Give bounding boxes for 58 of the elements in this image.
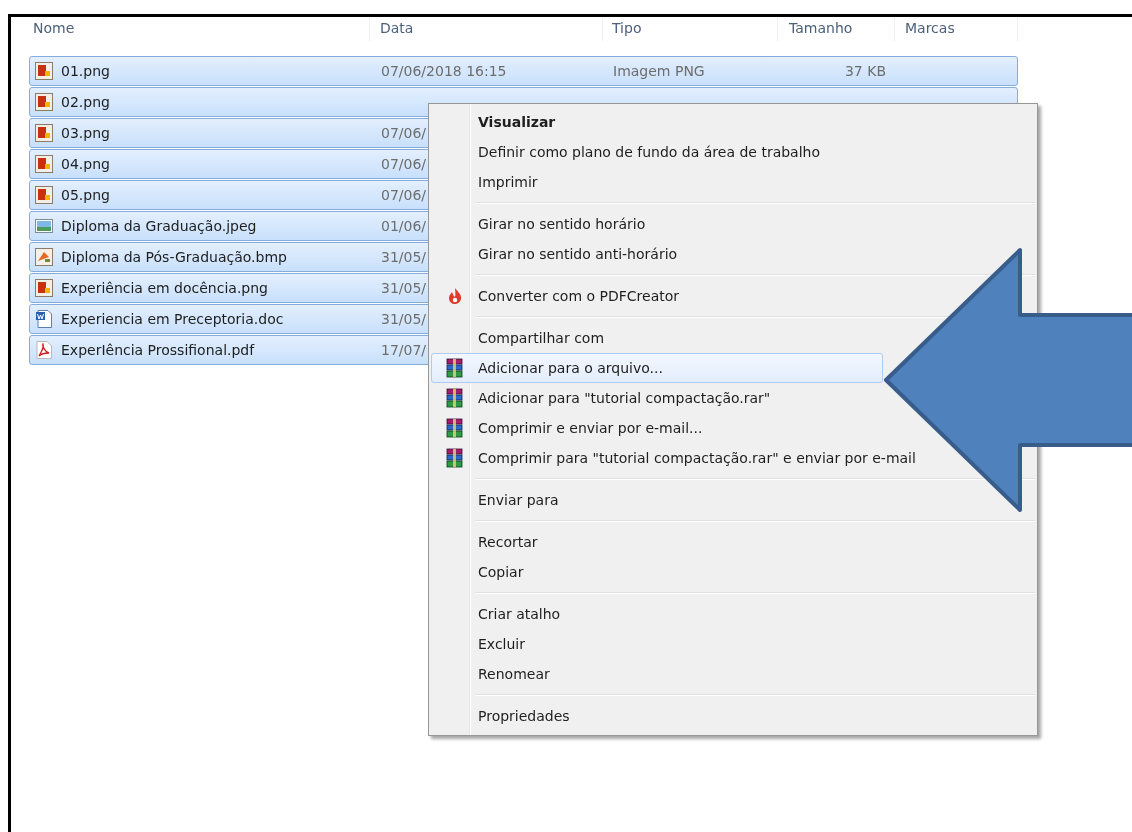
- column-header[interactable]: Tipo: [603, 17, 778, 41]
- word-document-icon: [35, 310, 53, 328]
- file-date: 07/06/: [381, 156, 427, 172]
- menu-item[interactable]: Propriedades: [431, 701, 577, 731]
- file-name: Diploma da Graduação.jpeg: [61, 218, 257, 234]
- menu-item[interactable]: Girar no sentido anti-horário: [431, 239, 685, 269]
- menu-item[interactable]: Converter com o PDFCreator: [431, 281, 687, 311]
- column-header[interactable]: Marcas: [895, 17, 1018, 41]
- file-date: 01/06/: [381, 218, 427, 234]
- menu-item[interactable]: Recortar: [431, 527, 545, 557]
- file-name: 01.png: [61, 63, 110, 79]
- file-name: Experiência em docência.png: [61, 280, 268, 296]
- image-file-icon: [35, 155, 53, 173]
- menu-item[interactable]: Imprimir: [431, 167, 545, 197]
- menu-item[interactable]: Comprimir para "tutorial compactação.rar" e enviar por e-mail: [431, 443, 923, 473]
- menu-item[interactable]: Adicionar para "tutorial compactação.rar": [431, 383, 778, 413]
- menu-item[interactable]: Renomear: [431, 659, 557, 689]
- file-name: Experiencia em Preceptoria.doc: [61, 311, 284, 327]
- file-name: 04.png: [61, 156, 110, 172]
- menu-item[interactable]: Girar no sentido horário: [431, 209, 653, 239]
- landscape-file-icon: [35, 217, 53, 235]
- image-file-icon: [35, 62, 53, 80]
- books-stack-icon: [445, 448, 465, 468]
- image-file-icon: [35, 124, 53, 142]
- menu-item[interactable]: Definir como plano de fundo da área de trabalho: [431, 137, 828, 167]
- file-name: 02.png: [61, 94, 110, 110]
- file-name: 05.png: [61, 187, 110, 203]
- image-file-icon: [35, 279, 53, 297]
- menu-item[interactable]: Adicionar para o arquivo...: [431, 353, 883, 383]
- books-stack-icon: [445, 418, 465, 438]
- books-stack-icon: [445, 388, 465, 408]
- file-date: 07/06/: [381, 125, 427, 141]
- file-date: 07/06/: [381, 187, 427, 203]
- pdf-file-icon: [35, 341, 53, 359]
- paint-file-icon: [35, 248, 53, 266]
- file-name: ExperIência Prossifional.pdf: [61, 342, 255, 358]
- menu-item[interactable]: Comprimir e enviar por e-mail...: [431, 413, 710, 443]
- column-header[interactable]: Tamanho: [778, 17, 895, 41]
- file-row[interactable]: 01.png 07/06/2018 16:15 Imagem PNG 37 KB: [29, 56, 1018, 86]
- flame-icon: [447, 287, 463, 305]
- books-stack-icon: [445, 358, 465, 378]
- file-date: 31/05/: [381, 311, 427, 327]
- file-date: 17/07/: [381, 342, 427, 358]
- file-date: 07/06/2018 16:15: [381, 63, 507, 79]
- menu-item[interactable]: Criar atalho: [431, 599, 568, 629]
- menu-item[interactable]: Compartilhar com: [431, 323, 612, 353]
- file-date: 31/05/: [381, 280, 427, 296]
- image-file-icon: [35, 186, 53, 204]
- image-file-icon: [35, 93, 53, 111]
- column-header[interactable]: Nome: [29, 17, 370, 41]
- file-size: 37 KB: [844, 63, 886, 79]
- file-type: Imagem PNG: [613, 63, 705, 79]
- file-name: Diploma da Pós-Graduação.bmp: [61, 249, 287, 265]
- column-header[interactable]: Data: [370, 17, 603, 41]
- menu-item[interactable]: Copiar: [431, 557, 531, 587]
- menu-item[interactable]: Excluir: [431, 629, 532, 659]
- file-date: 31/05/: [381, 249, 427, 265]
- file-name: 03.png: [61, 125, 110, 141]
